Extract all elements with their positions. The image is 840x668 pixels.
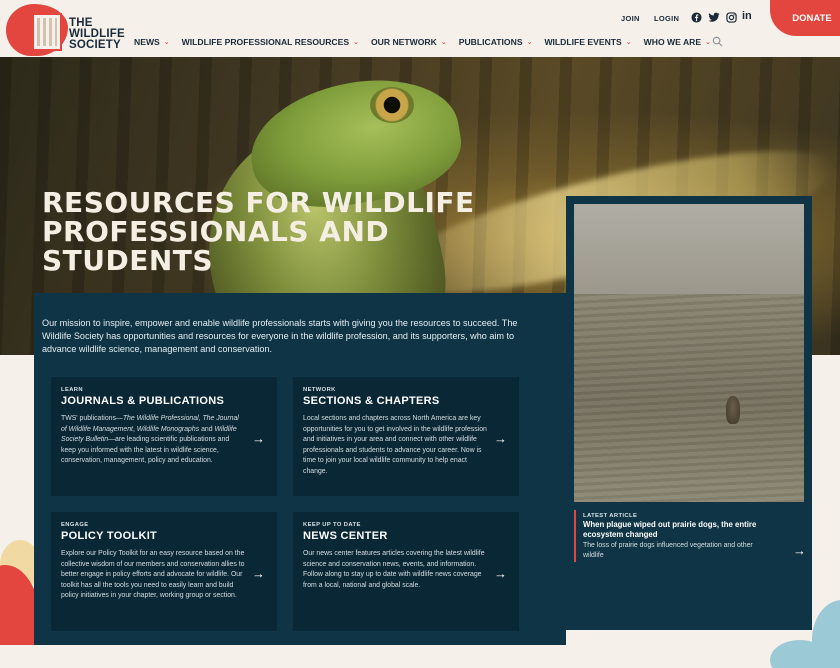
article-summary: The loss of prairie dogs influenced vege…	[583, 542, 753, 559]
card-title: NEWS CENTER	[303, 530, 388, 542]
chevron-down-icon: ⌄	[625, 39, 632, 46]
card-sections-chapters[interactable]: NETWORK SECTIONS & CHAPTERS Local sectio…	[293, 377, 519, 496]
card-body: TWS' publications—The Wildlife Professio…	[61, 415, 239, 465]
nav-our-network[interactable]: OUR NETWORK ⌄	[371, 37, 447, 47]
arrow-right-icon[interactable]: →	[252, 431, 265, 446]
card-eyebrow: ENGAGE	[61, 522, 89, 528]
join-link[interactable]: JOIN	[621, 14, 640, 23]
page-bottom	[0, 645, 840, 668]
card-eyebrow: KEEP UP TO DATE	[303, 522, 361, 528]
chevron-down-icon: ⌄	[526, 39, 533, 46]
arrow-right-icon[interactable]: →	[494, 566, 507, 581]
prairie-dog	[726, 396, 740, 424]
nav-label: WILDLIFE PROFESSIONAL RESOURCES	[181, 37, 350, 47]
nav-wildlife-professional-resources[interactable]: WILDLIFE PROFESSIONAL RESOURCES ⌄	[182, 37, 359, 47]
page-title: RESOURCES FOR WILDLIFE PROFESSIONALS AND…	[42, 186, 475, 277]
chevron-down-icon: ⌄	[163, 39, 170, 46]
card-title: SECTIONS & CHAPTERS	[303, 395, 440, 407]
donate-button[interactable]: DONATE	[770, 0, 840, 36]
nav-label: NEWS	[134, 37, 160, 47]
instagram-icon[interactable]	[726, 12, 737, 23]
logo-icon[interactable]	[32, 13, 62, 51]
card-body: Our news center features articles coveri…	[303, 550, 485, 589]
prairie-dog-image[interactable]	[574, 204, 804, 502]
card-body: Local sections and chapters across North…	[303, 415, 487, 475]
card-title: POLICY TOOLKIT	[61, 530, 158, 542]
arrow-right-icon[interactable]: →	[252, 566, 265, 581]
logo-line-3: SOCIETY	[69, 39, 121, 51]
card-title: JOURNALS & PUBLICATIONS	[61, 395, 225, 407]
chevron-down-icon: ⌄	[353, 39, 359, 46]
site-header: THE WILDLIFE SOCIETY JOIN LOGIN in DONAT…	[0, 0, 840, 57]
linkedin-icon[interactable]: in	[742, 10, 752, 22]
nav-who-we-are[interactable]: WHO WE ARE ⌄	[644, 37, 711, 47]
article-eyebrow: LATEST ARTICLE	[583, 513, 638, 519]
article-headline[interactable]: When plague wiped out prairie dogs, the …	[583, 520, 788, 540]
login-link[interactable]: LOGIN	[654, 14, 679, 23]
nav-label: WHO WE ARE	[643, 37, 702, 47]
card-eyebrow: LEARN	[61, 387, 83, 393]
card-policy-toolkit[interactable]: ENGAGE POLICY TOOLKIT Explore our Policy…	[51, 512, 277, 631]
chevron-down-icon: ⌄	[705, 39, 711, 46]
search-icon[interactable]	[712, 36, 723, 47]
frog-eye	[370, 87, 414, 123]
latest-article-card[interactable]: LATEST ARTICLE When plague wiped out pra…	[566, 196, 812, 630]
card-journals-publications[interactable]: LEARN JOURNALS & PUBLICATIONS TWS' publi…	[51, 377, 277, 496]
nav-label: WILDLIFE EVENTS	[544, 37, 622, 47]
twitter-icon[interactable]	[708, 12, 720, 23]
main-nav: NEWS ⌄ WILDLIFE PROFESSIONAL RESOURCES ⌄ O…	[134, 37, 723, 47]
nav-label: OUR NETWORK	[370, 37, 437, 47]
mission-statement: Our mission to inspire, empower and enab…	[42, 318, 518, 355]
arrow-right-icon[interactable]: →	[494, 431, 507, 446]
facebook-icon[interactable]	[691, 12, 702, 23]
card-eyebrow: NETWORK	[303, 387, 336, 393]
arrow-right-icon[interactable]: →	[793, 543, 806, 558]
card-body: Explore our Policy Toolkit for an easy r…	[61, 550, 245, 600]
nav-publications[interactable]: PUBLICATIONS ⌄	[459, 37, 533, 47]
nav-wildlife-events[interactable]: WILDLIFE EVENTS ⌄	[544, 37, 631, 47]
chevron-down-icon: ⌄	[440, 39, 447, 46]
nav-label: PUBLICATIONS	[458, 37, 523, 47]
site-logo[interactable]: THE WILDLIFE SOCIETY	[69, 17, 125, 51]
nav-news[interactable]: NEWS ⌄	[134, 37, 170, 47]
card-news-center[interactable]: KEEP UP TO DATE NEWS CENTER Our news cen…	[293, 512, 519, 631]
accent-bar	[574, 510, 576, 562]
